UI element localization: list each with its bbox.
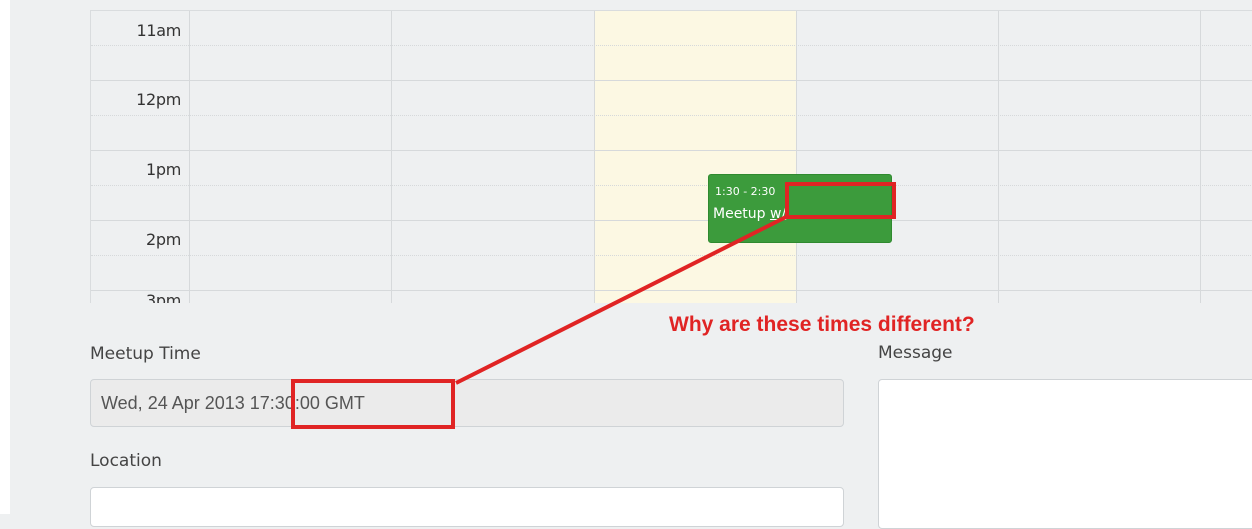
event-title-text: Meetup	[713, 206, 771, 222]
grid-half-hour-line	[91, 255, 1252, 256]
grid-hour-line	[91, 150, 1252, 151]
grid-half-hour-line	[91, 45, 1252, 46]
location-input[interactable]	[90, 487, 844, 527]
time-label-1pm: 1pm	[145, 160, 181, 179]
time-label-11am: 11am	[136, 21, 181, 40]
today-column	[594, 11, 796, 303]
location-label: Location	[90, 451, 162, 471]
message-textarea[interactable]	[878, 379, 1252, 529]
grid-column-line	[189, 11, 190, 303]
annotation-highlight-field-time	[291, 379, 455, 429]
message-label: Message	[878, 343, 953, 363]
grid-column-line	[594, 11, 595, 303]
grid-column-line	[998, 11, 999, 303]
grid-hour-line	[91, 290, 1252, 291]
event-title-underlined: w/	[770, 206, 787, 222]
grid-half-hour-line	[91, 115, 1252, 116]
meetup-time-field[interactable]: Wed, 24 Apr 2013 17:30:00 GMT	[90, 379, 844, 427]
page-edge	[0, 0, 10, 514]
grid-column-line	[1200, 11, 1201, 303]
calendar-week-view: 11am 12pm 1pm 2pm 3pm	[90, 10, 1252, 303]
annotation-question: Why are these times different?	[669, 313, 975, 336]
meetup-time-date: Wed, 24 Apr 2013	[101, 393, 250, 413]
grid-column-line	[391, 11, 392, 303]
annotation-highlight-event-time	[785, 182, 896, 219]
time-label-2pm: 2pm	[145, 230, 181, 249]
grid-half-hour-line	[91, 185, 1252, 186]
grid-hour-line	[91, 220, 1252, 221]
time-label-3pm: 3pm	[145, 291, 181, 303]
grid-column-line	[796, 11, 797, 303]
grid-hour-line	[91, 80, 1252, 81]
meetup-time-label: Meetup Time	[90, 344, 201, 364]
time-label-12pm: 12pm	[136, 90, 181, 109]
